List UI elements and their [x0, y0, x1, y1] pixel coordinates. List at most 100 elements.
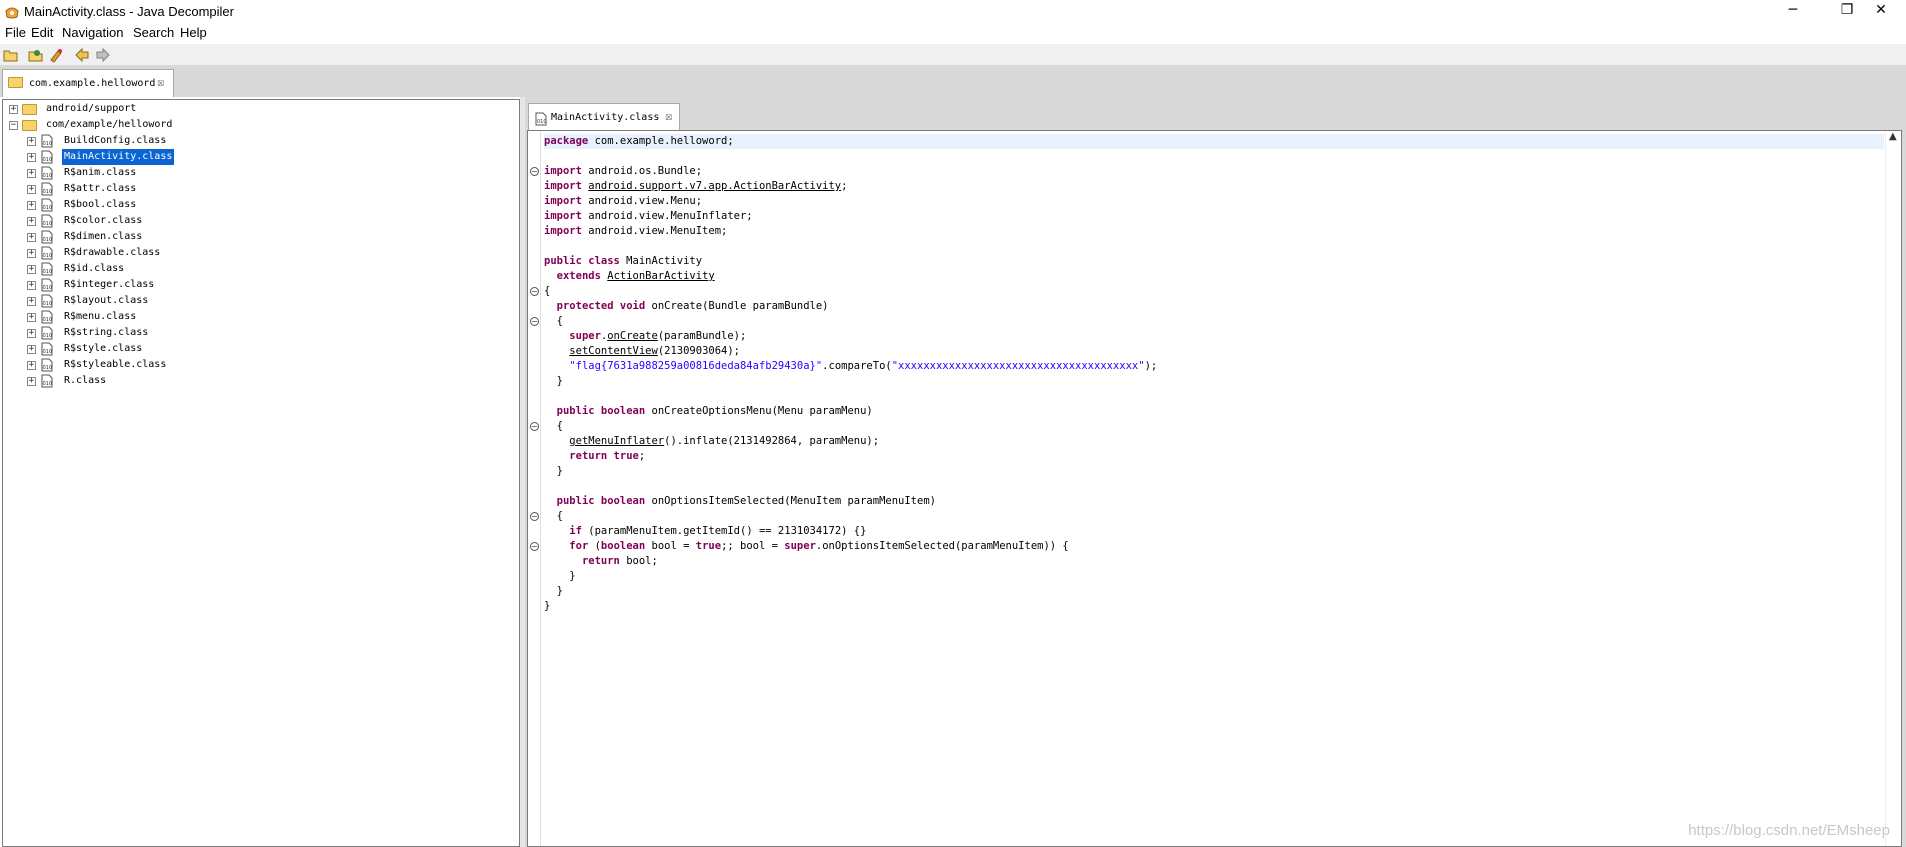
menu-edit[interactable]: Edit [31, 25, 53, 40]
menu-help[interactable]: Help [180, 25, 207, 40]
code-line: import android.support.v7.app.ActionBarA… [544, 179, 1884, 194]
open-file-icon[interactable] [3, 47, 19, 63]
tab-archive[interactable]: com.example.helloword ☒ [2, 69, 174, 97]
expand-icon[interactable]: + [27, 153, 36, 162]
expand-icon[interactable]: + [27, 313, 36, 322]
tree-node[interactable]: +010 R.class [3, 373, 513, 389]
code-token: } [544, 570, 576, 582]
expand-icon[interactable]: + [27, 281, 36, 290]
code-line: return true; [544, 449, 1884, 464]
svg-text:010: 010 [43, 173, 53, 179]
fold-icon[interactable]: − [530, 287, 539, 296]
fold-icon[interactable]: − [530, 167, 539, 176]
tree-node[interactable]: +010 R$anim.class [3, 165, 513, 181]
minimize-button[interactable]: ─ [1770, 0, 1816, 22]
title-bar: MainActivity.class - Java Decompiler ─ ❐… [0, 0, 1906, 24]
expand-icon[interactable]: + [27, 329, 36, 338]
tree-node[interactable]: +010 R$layout.class [3, 293, 513, 309]
tree-node[interactable]: − com/example/helloword [3, 117, 513, 133]
class-file-icon: 010 [41, 182, 53, 196]
app-icon [5, 7, 19, 19]
code-token: (paramMenuItem.getItemId() == 2131034172… [581, 525, 867, 537]
tree-node[interactable]: +010 R$attr.class [3, 181, 513, 197]
code-token: super [569, 330, 601, 342]
tree-node[interactable]: +010 R$style.class [3, 341, 513, 357]
tree-node-label: R$id.class [64, 263, 125, 274]
code-token: "xxxxxxxxxxxxxxxxxxxxxxxxxxxxxxxxxxxxxx" [891, 360, 1145, 372]
svg-text:010: 010 [537, 119, 547, 125]
open-type-icon[interactable] [28, 47, 44, 63]
code-token: import [544, 210, 582, 222]
code-token: .compareTo( [822, 360, 892, 372]
expand-icon[interactable]: + [27, 345, 36, 354]
fold-icon[interactable]: − [530, 317, 539, 326]
class-file-icon: 010 [41, 198, 53, 212]
tree-node-label: R$layout.class [64, 295, 149, 306]
tree-node[interactable]: + android/support [3, 101, 513, 117]
close-button[interactable]: ✕ [1858, 0, 1904, 22]
expand-icon[interactable]: + [27, 249, 36, 258]
close-tab-icon[interactable]: ☒ [665, 109, 672, 123]
expand-icon[interactable]: + [27, 377, 36, 386]
tree-node[interactable]: +010 R$id.class [3, 261, 513, 277]
fold-icon[interactable]: − [530, 542, 539, 551]
expand-icon[interactable]: + [27, 185, 36, 194]
code-token: import [544, 195, 582, 207]
code-token: ( [588, 540, 601, 552]
folder-open-icon [22, 120, 37, 131]
code-token: ; [841, 180, 848, 192]
tab-mainactivity[interactable]: 010 MainActivity.class ☒ [528, 103, 680, 131]
expand-icon[interactable]: + [9, 105, 18, 114]
folder-icon [22, 104, 37, 115]
tree-node[interactable]: +010 R$color.class [3, 213, 513, 229]
expand-icon[interactable]: + [27, 217, 36, 226]
menu-file[interactable]: File [5, 25, 26, 40]
tree-node[interactable]: +010 R$integer.class [3, 277, 513, 293]
code-token: onCreate(Bundle paramBundle) [645, 300, 829, 312]
svg-text:010: 010 [43, 333, 53, 339]
expand-icon[interactable]: + [27, 297, 36, 306]
tree-node[interactable]: +010 R$string.class [3, 325, 513, 341]
expand-icon[interactable]: + [27, 201, 36, 210]
tree-node[interactable]: +010 MainActivity.class [3, 149, 513, 165]
menu-navigation[interactable]: Navigation [62, 25, 123, 40]
tree-node-label: R$menu.class [64, 311, 137, 322]
forward-arrow-icon[interactable] [95, 47, 111, 63]
search-icon[interactable] [48, 47, 64, 63]
code-token: super [784, 540, 816, 552]
tree-node-label: R$string.class [64, 327, 149, 338]
menu-search[interactable]: Search [133, 25, 174, 40]
fold-icon[interactable]: − [530, 422, 539, 431]
scroll-up-icon[interactable]: ▲ [1889, 131, 1897, 142]
expand-icon[interactable]: + [27, 361, 36, 370]
editor-panel: 010 MainActivity.class ☒ − − − − − − package … [525, 97, 1906, 847]
svg-text:010: 010 [43, 157, 53, 163]
code-token: } [544, 375, 563, 387]
close-tab-icon[interactable]: ☒ [157, 75, 164, 89]
tree-node[interactable]: +010 R$drawable.class [3, 245, 513, 261]
code-token: onCreateOptionsMenu(Menu paramMenu) [645, 405, 873, 417]
expand-icon[interactable]: + [27, 137, 36, 146]
code-line: getMenuInflater().inflate(2131492864, pa… [544, 434, 1884, 449]
tree-node[interactable]: +010 R$styleable.class [3, 357, 513, 373]
tree-node-label: R$integer.class [64, 279, 155, 290]
expand-icon[interactable]: + [27, 265, 36, 274]
vertical-scrollbar[interactable]: ▲ [1885, 131, 1901, 846]
back-arrow-icon[interactable] [74, 47, 90, 63]
tree-node-label: MainActivity.class [62, 149, 175, 165]
tree-node[interactable]: +010 R$menu.class [3, 309, 513, 325]
expand-icon[interactable]: + [27, 169, 36, 178]
menu-bar: File Edit Navigation Search Help [0, 24, 1906, 44]
source-code-viewer[interactable]: − − − − − − package com.example.helloword; im… [527, 130, 1902, 847]
tree-node[interactable]: +010 BuildConfig.class [3, 133, 513, 149]
code-token: onCreate [607, 330, 658, 342]
fold-icon[interactable]: − [530, 512, 539, 521]
expand-icon[interactable]: + [27, 233, 36, 242]
tree-node[interactable]: +010 R$dimen.class [3, 229, 513, 245]
collapse-icon[interactable]: − [9, 121, 18, 130]
tree-node[interactable]: +010 R$bool.class [3, 197, 513, 213]
